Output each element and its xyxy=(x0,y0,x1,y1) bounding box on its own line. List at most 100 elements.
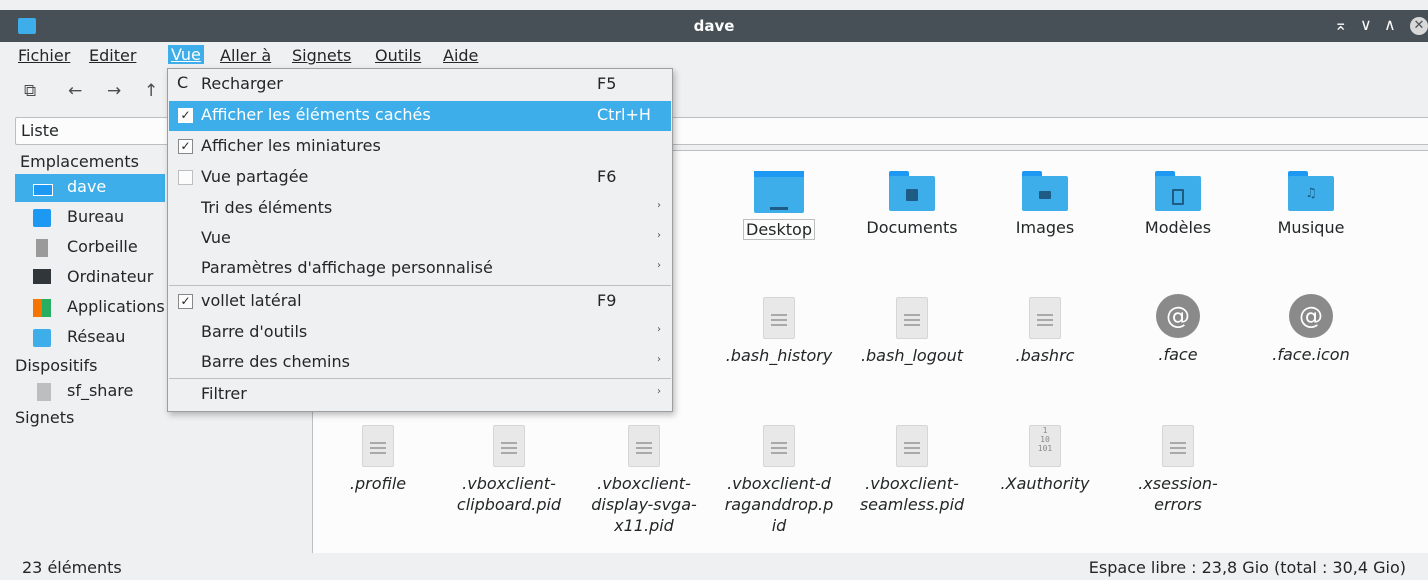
menu-item-shortcut: F9 xyxy=(597,291,617,310)
menu-item-recharger[interactable]: C Recharger F5 xyxy=(169,70,671,100)
new-tab-icon[interactable]: ⧉ xyxy=(24,81,36,101)
file-item-vboxclient-draganddrop[interactable]: .vboxclient-draganddrop.pid xyxy=(714,425,844,536)
menu-item-vue[interactable]: Vue › xyxy=(169,224,671,254)
sidebar-item-bureau[interactable]: Bureau xyxy=(15,204,165,232)
sidebar-item-label: Ordinateur xyxy=(67,267,154,286)
view-mode-value: Liste xyxy=(21,121,59,140)
view-menu-dropdown: C Recharger F5 ✓ Afficher les éléments c… xyxy=(167,68,673,412)
menubar: Fichier Editer Vue Aller à Signets Outil… xyxy=(0,42,1428,70)
file-name: .vboxclient-seamless.pid xyxy=(859,474,965,514)
menu-outils[interactable]: Outils xyxy=(375,46,421,65)
menu-item-afficher-miniatures[interactable]: ✓ Afficher les miniatures xyxy=(169,132,671,162)
menu-item-label: Vue partagée xyxy=(201,167,309,186)
menu-aller-a[interactable]: Aller à xyxy=(220,46,271,65)
folder-templates-icon xyxy=(1155,171,1201,211)
keep-above-button[interactable]: ⌅ xyxy=(1334,15,1347,34)
text-file-icon xyxy=(896,297,928,339)
menu-item-barre-outils[interactable]: Barre d'outils › xyxy=(169,318,671,348)
file-name: Documents xyxy=(866,218,958,237)
submenu-arrow-icon: › xyxy=(657,354,661,365)
file-item-images[interactable]: Images xyxy=(980,171,1110,238)
window-titlebar[interactable]: dave ⌅ ∨ ∧ ✕ xyxy=(0,10,1428,42)
file-name: Desktop xyxy=(743,219,815,240)
sidebar-item-sf-share[interactable]: sf_share xyxy=(15,378,165,406)
sidebar-item-applications[interactable]: Applications xyxy=(15,294,165,322)
trash-icon xyxy=(36,239,48,257)
file-item-documents[interactable]: Documents xyxy=(847,171,977,238)
sidebar-item-corbeille[interactable]: Corbeille xyxy=(15,234,165,262)
minimize-button[interactable]: ∨ xyxy=(1360,15,1372,34)
checkbox-checked[interactable]: ✓ xyxy=(178,139,193,154)
applications-icon xyxy=(33,299,51,317)
devices-header: Dispositifs xyxy=(15,356,98,375)
sidebar-item-dave[interactable]: dave xyxy=(15,174,165,202)
file-name: .xsession-errors xyxy=(1138,474,1218,514)
file-name: .face.icon xyxy=(1272,345,1350,364)
computer-icon xyxy=(33,269,51,284)
menu-item-label: Vue xyxy=(201,228,231,247)
file-item-face-icon[interactable]: @ .face.icon xyxy=(1246,294,1376,365)
view-mode-select[interactable]: Liste xyxy=(15,117,177,145)
file-item-bashrc[interactable]: .bashrc xyxy=(980,297,1110,366)
file-item-profile[interactable]: .profile xyxy=(313,425,443,494)
checkbox-checked[interactable]: ✓ xyxy=(178,294,193,309)
file-item-xauthority[interactable]: 1 10 101 .Xauthority xyxy=(980,425,1110,494)
menu-item-label: Barre d'outils xyxy=(201,322,308,341)
forward-icon[interactable]: → xyxy=(107,81,121,101)
sidebar-item-label: Corbeille xyxy=(67,237,138,256)
debian-swirl-icon: @ xyxy=(1289,294,1333,338)
file-item-musique[interactable]: ♫ Musique xyxy=(1246,171,1376,238)
file-name: Modèles xyxy=(1144,218,1212,237)
menu-aide[interactable]: Aide xyxy=(443,46,478,65)
submenu-arrow-icon: › xyxy=(657,200,661,211)
sidebar-item-ordinateur[interactable]: Ordinateur xyxy=(15,264,165,292)
file-item-vboxclient-seamless[interactable]: .vboxclient-seamless.pid xyxy=(847,425,977,515)
network-icon xyxy=(33,329,51,347)
file-item-vboxclient-display[interactable]: .vboxclient-display-svga-x11.pid xyxy=(579,425,709,536)
file-name: .Xauthority xyxy=(1000,474,1090,493)
file-item-vboxclient-clipboard[interactable]: .vboxclient-clipboard.pid xyxy=(444,425,574,515)
text-file-icon xyxy=(362,425,394,467)
submenu-arrow-icon: › xyxy=(657,230,661,241)
file-name: .bashrc xyxy=(1015,346,1075,365)
file-item-bash-logout[interactable]: .bash_logout xyxy=(847,297,977,366)
menu-item-vue-partagee[interactable]: Vue partagée F6 xyxy=(169,163,671,193)
back-icon[interactable]: ← xyxy=(68,81,82,101)
menu-item-parametres-affichage[interactable]: Paramètres d'affichage personnalisé › xyxy=(169,254,671,284)
file-item-desktop[interactable]: Desktop xyxy=(714,171,844,240)
sidebar-item-label: dave xyxy=(67,177,107,196)
file-item-bash-history[interactable]: .bash_history xyxy=(714,297,844,366)
file-item-xsession-errors[interactable]: .xsession-errors xyxy=(1113,425,1243,515)
file-item-modeles[interactable]: Modèles xyxy=(1113,171,1243,238)
file-name: .bash_history xyxy=(725,346,833,365)
menu-item-label: Paramètres d'affichage personnalisé xyxy=(201,258,493,277)
checkbox-checked[interactable]: ✓ xyxy=(178,108,193,123)
menu-editer[interactable]: Editer xyxy=(89,46,136,65)
menu-vue[interactable]: Vue xyxy=(168,45,204,64)
menu-fichier[interactable]: Fichier xyxy=(18,46,70,65)
menu-item-label: vollet latéral xyxy=(201,291,302,310)
path-bar[interactable] xyxy=(670,117,1428,145)
close-button[interactable]: ✕ xyxy=(1410,17,1428,35)
checkbox-unchecked[interactable] xyxy=(178,170,193,185)
menu-item-shortcut: F5 xyxy=(597,74,617,93)
menu-item-filtrer[interactable]: Filtrer › xyxy=(169,380,671,410)
menu-item-vollet-lateral[interactable]: ✓ vollet latéral F9 xyxy=(169,287,671,317)
menu-item-barre-chemins[interactable]: Barre des chemins › xyxy=(169,348,671,378)
menu-item-shortcut: F6 xyxy=(597,167,617,186)
maximize-button[interactable]: ∧ xyxy=(1384,15,1396,34)
menu-item-afficher-caches[interactable]: ✓ Afficher les éléments cachés Ctrl+H xyxy=(169,101,671,131)
file-name: .vboxclient-display-svga-x11.pid xyxy=(591,474,697,535)
text-file-icon xyxy=(763,297,795,339)
menu-item-tri-elements[interactable]: Tri des éléments › xyxy=(169,194,671,224)
file-item-face[interactable]: @ .face xyxy=(1113,294,1243,365)
home-icon xyxy=(33,184,53,196)
desktop-icon xyxy=(33,209,51,227)
menu-signets[interactable]: Signets xyxy=(292,46,351,65)
up-icon[interactable]: ↑ xyxy=(144,81,158,101)
free-space: Espace libre : 23,8 Gio (total : 30,4 Gi… xyxy=(1088,558,1406,577)
text-file-icon xyxy=(1162,425,1194,467)
folder-icon xyxy=(754,171,804,213)
text-file-icon xyxy=(628,425,660,467)
sidebar-item-reseau[interactable]: Réseau xyxy=(15,324,165,352)
